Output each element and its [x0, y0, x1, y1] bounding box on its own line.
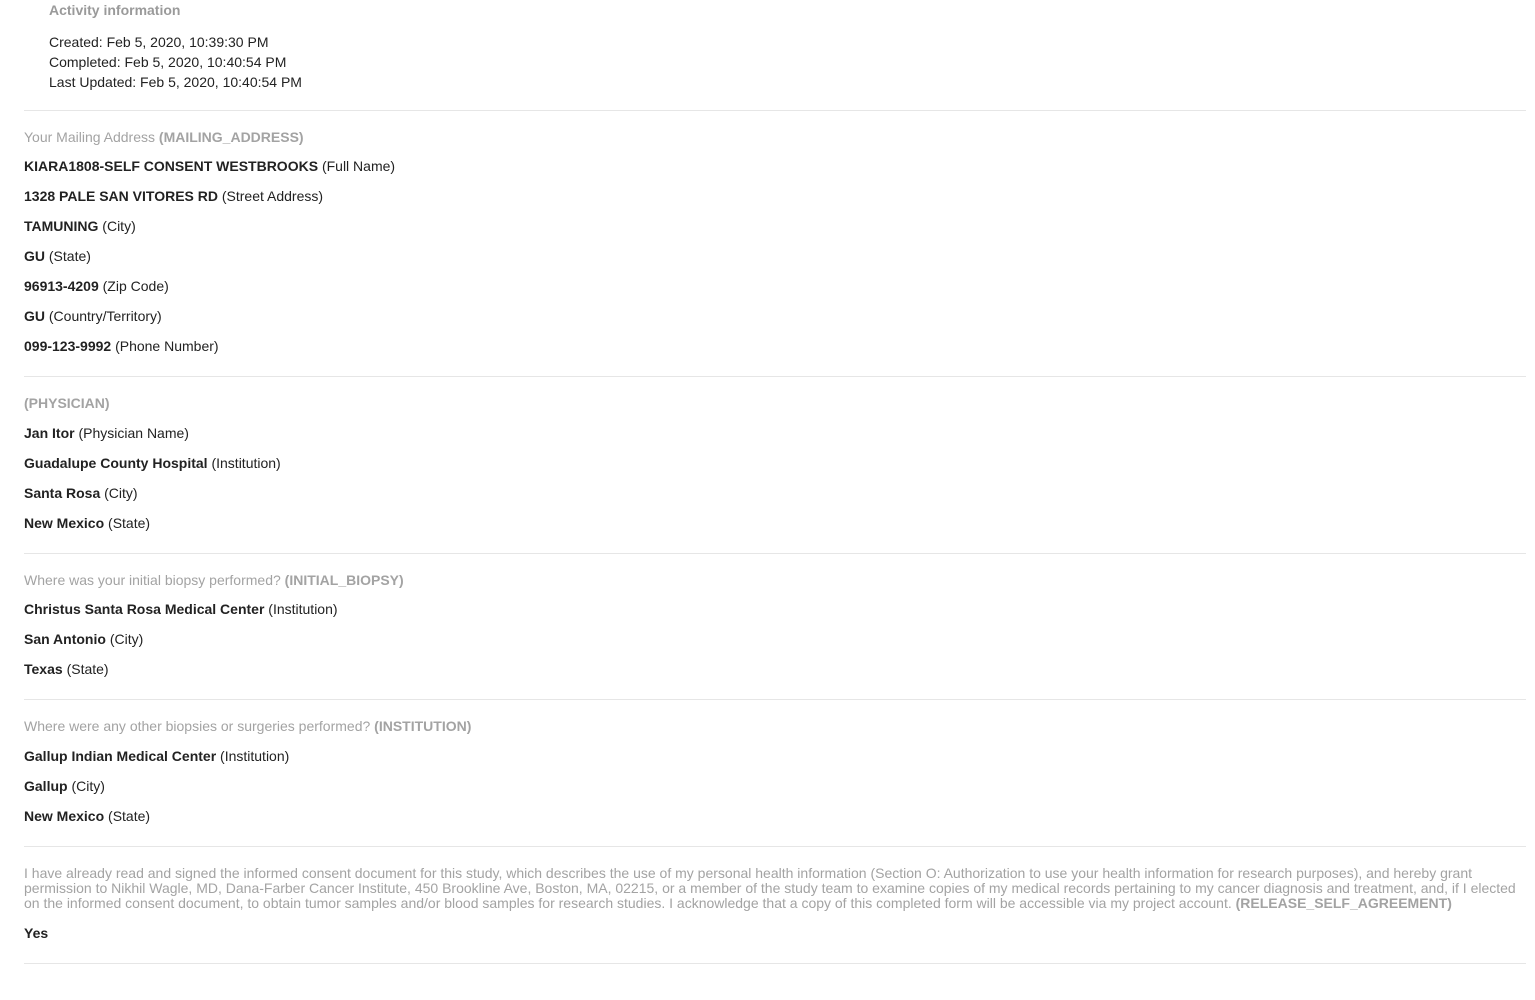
answer-value: 099-123-9992	[24, 338, 112, 354]
answer-value: 1328 PALE SAN VITORES RD	[24, 188, 218, 204]
answer-label: (Full Name)	[321, 158, 396, 174]
answer-row: Jan Itor (Physician Name)	[24, 425, 189, 441]
activity-info: Activity information Created: Feb 5, 202…	[49, 2, 302, 92]
answer-row: San Antonio (City)	[24, 631, 143, 647]
divider	[24, 963, 1526, 964]
answer-value: Guadalupe County Hospital	[24, 455, 208, 471]
answer-value: GU	[24, 308, 45, 324]
question-key: (RELEASE_SELF_AGREEMENT)	[1235, 895, 1452, 911]
question-key: (INSTITUTION)	[374, 718, 472, 734]
answer-row: Christus Santa Rosa Medical Center (Inst…	[24, 601, 338, 617]
answer-label: (Institution)	[220, 748, 290, 764]
institution-section: Where were any other biopsies or surgeri…	[24, 719, 1526, 825]
answer-row: GU (Country/Territory)	[24, 308, 162, 324]
initial-biopsy-section: Where was your initial biopsy performed?…	[24, 573, 1526, 678]
question-text: (PHYSICIAN)	[24, 396, 1526, 411]
question-key: (PHYSICIAN)	[24, 395, 110, 411]
question-key: (MAILING_ADDRESS)	[158, 129, 304, 145]
answer-label: (City)	[109, 631, 144, 647]
last-updated-timestamp: Last Updated: Feb 5, 2020, 10:40:54 PM	[49, 74, 302, 90]
answer-row: Yes	[24, 925, 48, 941]
answer-row: Texas (State)	[24, 661, 109, 677]
divider	[24, 110, 1526, 111]
answer-row: 1328 PALE SAN VITORES RD (Street Address…	[24, 188, 323, 204]
answer-row: Santa Rosa (City)	[24, 485, 138, 501]
divider	[24, 699, 1526, 700]
answer-value: 96913-4209	[24, 278, 99, 294]
answer-row: New Mexico (State)	[24, 808, 150, 824]
answer-label: (City)	[102, 218, 136, 234]
answer-label: (Institution)	[268, 601, 338, 617]
answer-value: TAMUNING	[24, 218, 99, 234]
answer-row: Gallup (City)	[24, 778, 105, 794]
answer-label: (City)	[71, 778, 105, 794]
answer-label: (State)	[66, 661, 109, 677]
question-key: (INITIAL_BIOPSY)	[284, 572, 404, 588]
question-text: Where were any other biopsies or surgeri…	[24, 719, 1526, 734]
answer-value: Jan Itor	[24, 425, 75, 441]
question-label: Where were any other biopsies or surgeri…	[24, 718, 371, 734]
answer-value: Santa Rosa	[24, 485, 101, 501]
answer-label: (Zip Code)	[102, 278, 169, 294]
answer-row: 96913-4209 (Zip Code)	[24, 278, 169, 294]
answer-row: Guadalupe County Hospital (Institution)	[24, 455, 281, 471]
answer-label: (State)	[108, 808, 151, 824]
answer-label: (City)	[104, 485, 138, 501]
question-label: Your Mailing Address	[24, 129, 156, 145]
divider	[24, 376, 1526, 377]
activity-info-title: Activity information	[49, 2, 181, 18]
created-timestamp: Created: Feb 5, 2020, 10:39:30 PM	[49, 34, 269, 50]
answer-row: New Mexico (State)	[24, 515, 150, 531]
answer-value: GU	[24, 248, 45, 264]
divider	[24, 846, 1526, 847]
answer-value: Yes	[24, 925, 49, 941]
answer-row: KIARA1808-SELF CONSENT WESTBROOKS (Full …	[24, 158, 395, 174]
physician-section: (PHYSICIAN) Jan Itor (Physician Name) Gu…	[24, 396, 1526, 532]
answer-value: New Mexico	[24, 515, 105, 531]
answer-label: (Phone Number)	[115, 338, 219, 354]
activity-detail-page: Activity information Created: Feb 5, 202…	[0, 0, 1535, 1000]
answer-row: GU (State)	[24, 248, 91, 264]
answer-value: Gallup Indian Medical Center	[24, 748, 217, 764]
answer-value: San Antonio	[24, 631, 106, 647]
answer-value: Texas	[24, 661, 63, 677]
answer-label: (State)	[108, 515, 151, 531]
answer-label: (Physician Name)	[78, 425, 189, 441]
answer-value: KIARA1808-SELF CONSENT WESTBROOKS	[24, 158, 319, 174]
answer-label: (Country/Territory)	[48, 308, 162, 324]
answer-value: Christus Santa Rosa Medical Center	[24, 601, 265, 617]
answer-label: (Institution)	[211, 455, 281, 471]
release-agreement-section: I have already read and signed the infor…	[24, 866, 1526, 942]
question-label: Where was your initial biopsy performed?	[24, 572, 281, 588]
answer-label: (State)	[48, 248, 91, 264]
completed-timestamp: Completed: Feb 5, 2020, 10:40:54 PM	[49, 54, 287, 70]
question-text: I have already read and signed the infor…	[24, 866, 1526, 911]
answer-row: Gallup Indian Medical Center (Institutio…	[24, 748, 289, 764]
answer-row: 099-123-9992 (Phone Number)	[24, 338, 219, 354]
answer-row: TAMUNING (City)	[24, 218, 136, 234]
divider	[24, 553, 1526, 554]
mailing-address-section: Your Mailing Address (MAILING_ADDRESS) K…	[24, 130, 1526, 355]
question-text: Your Mailing Address (MAILING_ADDRESS)	[24, 130, 1526, 145]
answer-value: Gallup	[24, 778, 68, 794]
answer-label: (Street Address)	[221, 188, 324, 204]
question-text: Where was your initial biopsy performed?…	[24, 573, 1526, 588]
answer-value: New Mexico	[24, 808, 105, 824]
